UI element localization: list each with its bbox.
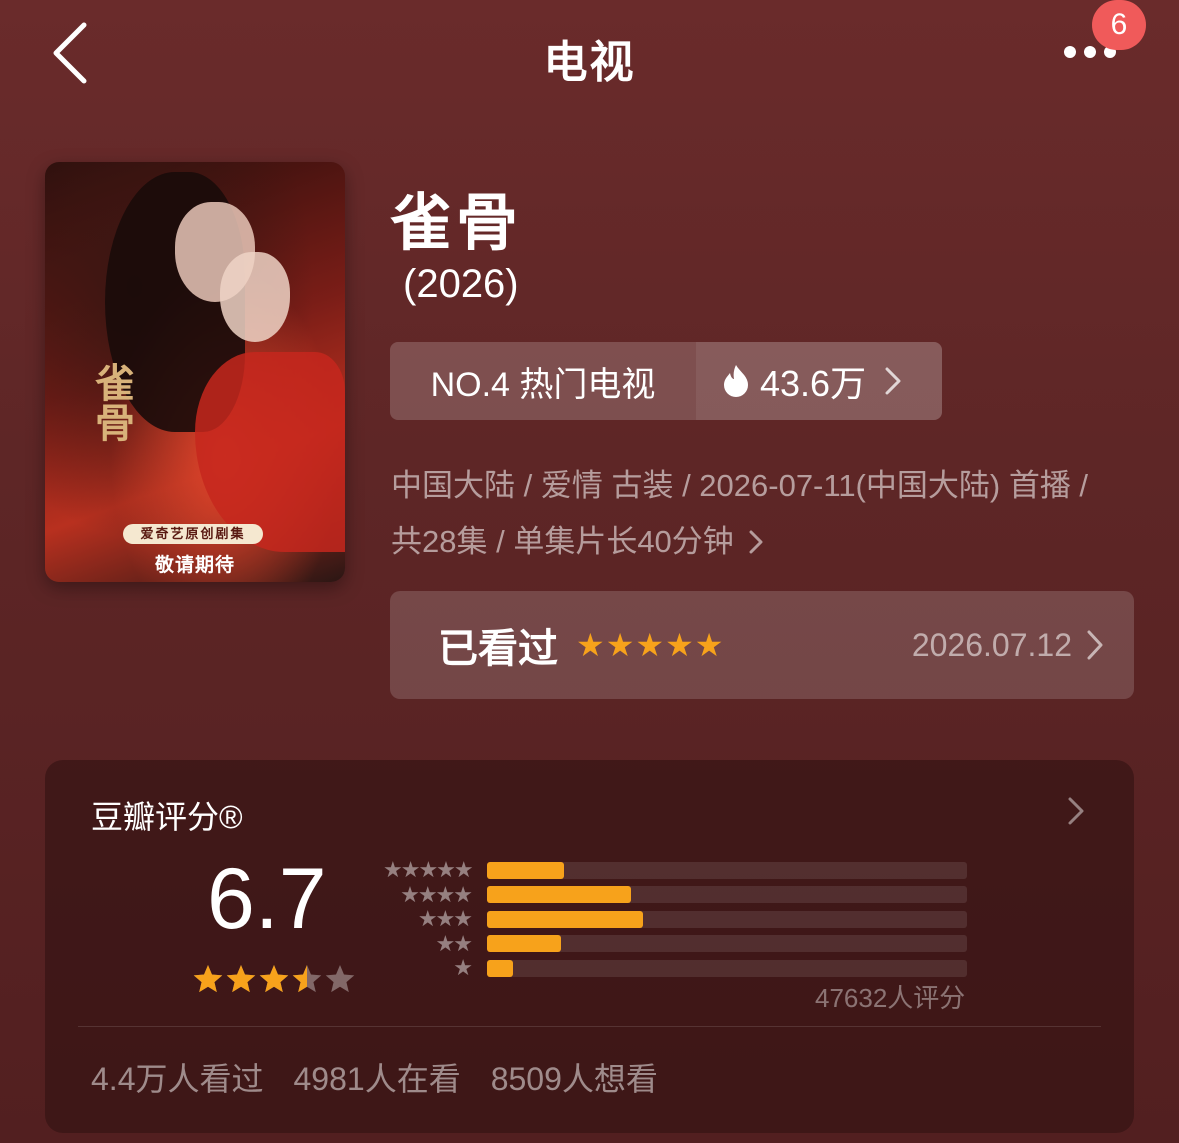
rating-bar-row: ★★: [383, 930, 993, 957]
rank-label: NO.4 热门电视: [390, 342, 696, 420]
show-title: 雀骨: [390, 189, 523, 258]
notification-badge: 6: [1092, 0, 1146, 50]
rating-bar-track: [487, 886, 967, 904]
poster-robe: [195, 352, 345, 552]
rating-bar-row: ★★★★★: [383, 858, 993, 883]
rating-bar-fill: [487, 935, 562, 953]
show-meta-text: 中国大陆 / 爱情 古装 / 2026-07-11(中国大陆) 首播 / 共28…: [391, 468, 1089, 559]
audience-stats: 4.4万人看过 4981人在看 8509人想看: [91, 1054, 658, 1100]
divider: [78, 1026, 1101, 1027]
douban-rating-card[interactable]: 豆瓣评分® 6.7 ★★★★★ ★★★★ ★★★ ★★ ★ 47632人评分 4.4万人…: [45, 760, 1134, 1133]
rating-count: 47632人评分: [815, 983, 966, 1013]
rating-bar-stars: ★★: [435, 930, 473, 956]
show-poster[interactable]: 雀骨 爱奇艺原创剧集 敬请期待: [45, 162, 345, 582]
stat-watching: 4981人在看: [293, 1061, 461, 1097]
more-dot-icon: [1064, 46, 1076, 58]
star-icon: [325, 965, 355, 993]
star-icon-filled: [193, 965, 223, 993]
chevron-right-icon: [749, 530, 763, 554]
rating-bar-track: [487, 959, 967, 977]
rating-bar-fill: [487, 959, 514, 977]
rating-bar-row: ★: [383, 956, 993, 981]
flame-icon: [724, 365, 748, 397]
my-rating-stars: ★★★★★: [576, 627, 725, 663]
rating-bar-row: ★★★: [383, 907, 993, 932]
chevron-right-icon: [1087, 630, 1103, 660]
rating-bar-track: [487, 861, 967, 879]
rating-bar-stars: ★★★★: [400, 881, 473, 907]
show-year: (2026): [403, 262, 519, 306]
chevron-right-icon: [885, 367, 901, 395]
stat-want: 8509人想看: [490, 1061, 658, 1097]
chevron-right-icon[interactable]: [1067, 796, 1085, 826]
watched-status-button[interactable]: 已看过 ★★★★★ 2026.07.12: [390, 591, 1134, 699]
stat-watched: 4.4万人看过: [91, 1061, 264, 1097]
watched-label: 已看过: [438, 627, 558, 671]
show-meta[interactable]: 中国大陆 / 爱情 古装 / 2026-07-11(中国大陆) 首播 / 共28…: [391, 458, 1121, 570]
douban-title: 豆瓣评分®: [91, 799, 243, 835]
douban-score: 6.7: [207, 851, 327, 947]
score-stars: [193, 965, 355, 993]
rating-bar-fill: [487, 910, 643, 928]
rating-bar-fill: [487, 886, 631, 904]
rating-bar-stars: ★: [453, 955, 473, 981]
rating-bar-stars: ★★★: [417, 906, 473, 932]
poster-calligraphy: 雀骨: [88, 362, 135, 442]
poster-face: [220, 252, 290, 342]
watched-date: 2026.07.12: [911, 626, 1072, 663]
rating-distribution: ★★★★★ ★★★★ ★★★ ★★ ★: [383, 858, 993, 981]
rating-bar-row: ★★★★: [383, 881, 993, 908]
poster-tagline: 敬请期待: [154, 555, 235, 576]
rating-bar-track: [487, 910, 967, 928]
star-icon-filled: [226, 965, 256, 993]
rating-bar-stars: ★★★★★: [383, 857, 474, 883]
rating-bar-track: [487, 935, 967, 953]
rating-bar-fill: [487, 861, 564, 879]
star-icon-filled: [259, 965, 289, 993]
more-dot-icon: [1084, 46, 1096, 58]
ranking-banner[interactable]: NO.4 热门电视 43.6万: [390, 342, 942, 420]
poster-tag: 爱奇艺原创剧集: [123, 524, 263, 544]
heat-value: 43.6万: [760, 363, 867, 404]
page-title: 电视: [543, 38, 636, 87]
heat-button[interactable]: 43.6万: [696, 342, 942, 420]
